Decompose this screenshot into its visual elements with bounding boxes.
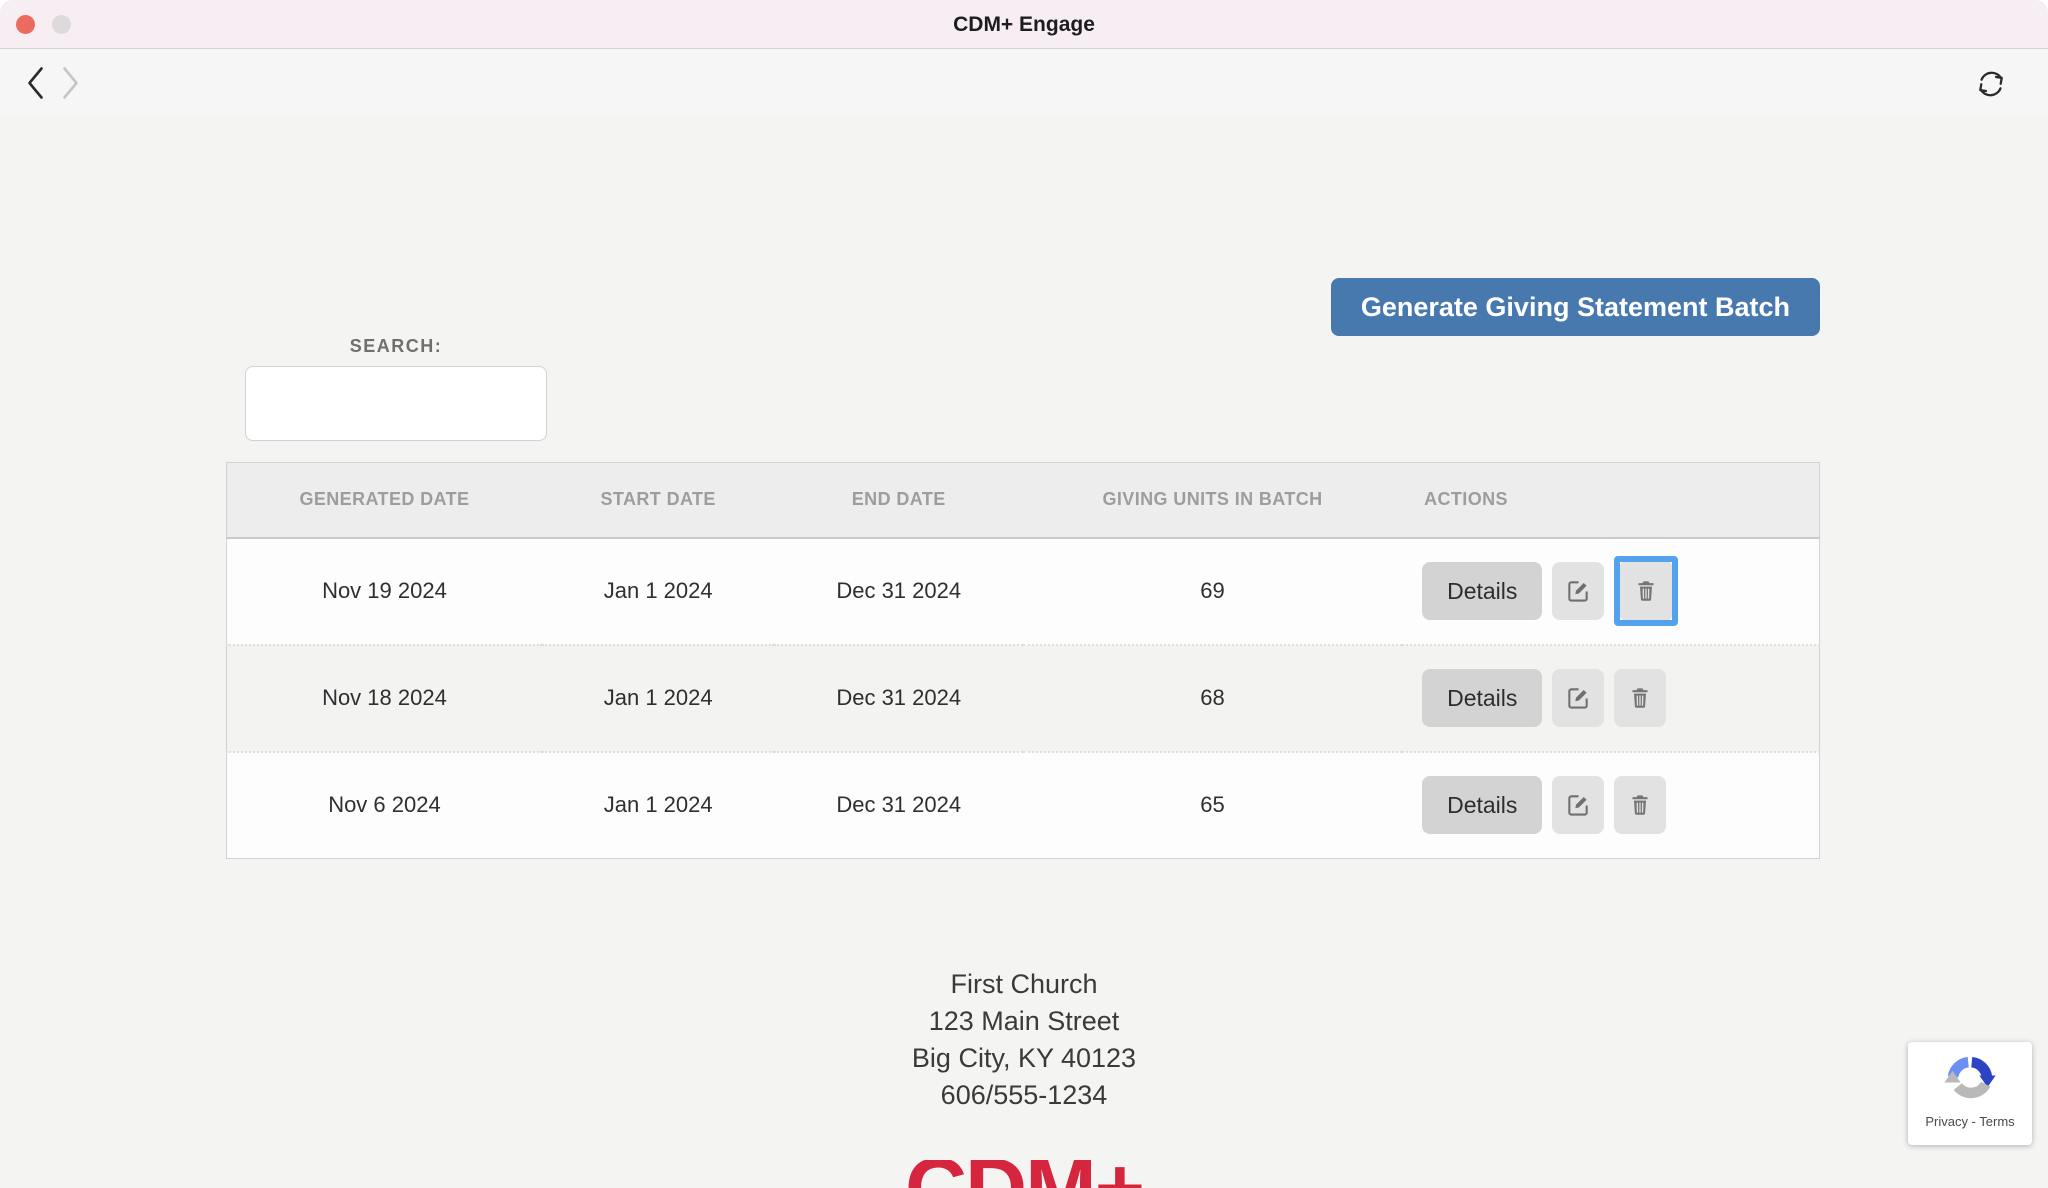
cdm-logo-text: CDM+ [905,1160,1143,1188]
edit-icon [1565,578,1591,604]
navigation-toolbar [0,49,2048,117]
details-button[interactable]: Details [1422,562,1542,620]
main-content: Generate Giving Statement Batch SEARCH: … [0,117,2048,1188]
delete-button[interactable] [1614,776,1666,834]
details-button[interactable]: Details [1422,669,1542,727]
table-row: Nov 18 2024 Jan 1 2024 Dec 31 2024 68 De… [227,645,1820,752]
edit-button[interactable] [1552,669,1604,727]
column-giving-units: GIVING UNITS IN BATCH [1023,463,1402,538]
generated-date-cell: Nov 6 2024 [227,752,542,859]
title-bar: CDM+ Engage [0,0,2048,49]
church-city: Big City, KY 40123 [0,1040,2048,1077]
table-header-row: GENERATED DATE START DATE END DATE GIVIN… [227,463,1820,538]
edit-icon [1565,685,1591,711]
column-start-date: START DATE [542,463,775,538]
table-row: Nov 19 2024 Jan 1 2024 Dec 31 2024 69 De… [227,538,1820,645]
giving-statement-batches-table: GENERATED DATE START DATE END DATE GIVIN… [226,462,1820,859]
forward-button[interactable] [62,66,79,100]
cdm-logo: CDM+ [0,1160,2048,1188]
trash-icon [1628,686,1652,710]
generate-giving-statement-batch-button[interactable]: Generate Giving Statement Batch [1331,278,1820,336]
back-chevron-icon [27,66,44,100]
delete-button-focus-ring [1614,556,1678,626]
app-window: CDM+ Engage [0,0,2048,1188]
window-title: CDM+ Engage [0,0,2048,49]
edit-icon [1565,792,1591,818]
recaptcha-icon [1942,1051,1998,1107]
church-info: First Church 123 Main Street Big City, K… [0,966,2048,1114]
end-date-cell: Dec 31 2024 [774,645,1023,752]
search-group: SEARCH: [245,336,547,441]
end-date-cell: Dec 31 2024 [774,752,1023,859]
giving-units-cell: 68 [1023,645,1402,752]
refresh-icon [1972,65,2010,103]
church-name: First Church [0,966,2048,1003]
recaptcha-privacy-terms[interactable]: Privacy - Terms [1908,1114,2032,1129]
recaptcha-badge[interactable]: Privacy - Terms [1908,1042,2032,1145]
search-input[interactable] [245,366,547,441]
generated-date-cell: Nov 19 2024 [227,538,542,645]
traffic-lights [16,0,71,49]
delete-button[interactable] [1620,562,1672,620]
generated-date-cell: Nov 18 2024 [227,645,542,752]
search-label: SEARCH: [245,336,547,357]
giving-units-cell: 69 [1023,538,1402,645]
column-generated-date: GENERATED DATE [227,463,542,538]
edit-button[interactable] [1552,562,1604,620]
window-close-button[interactable] [16,15,35,34]
delete-button[interactable] [1614,669,1666,727]
refresh-button[interactable] [1972,65,2010,106]
end-date-cell: Dec 31 2024 [774,538,1023,645]
details-button[interactable]: Details [1422,776,1542,834]
church-street: 123 Main Street [0,1003,2048,1040]
trash-icon [1628,793,1652,817]
start-date-cell: Jan 1 2024 [542,538,775,645]
column-actions: ACTIONS [1402,463,1819,538]
column-end-date: END DATE [774,463,1023,538]
table-row: Nov 6 2024 Jan 1 2024 Dec 31 2024 65 Det… [227,752,1820,859]
back-button[interactable] [27,66,44,100]
edit-button[interactable] [1552,776,1604,834]
trash-icon [1634,579,1658,603]
window-minimize-button[interactable] [52,15,71,34]
start-date-cell: Jan 1 2024 [542,645,775,752]
start-date-cell: Jan 1 2024 [542,752,775,859]
giving-units-cell: 65 [1023,752,1402,859]
forward-chevron-icon [62,66,79,100]
church-phone: 606/555-1234 [0,1077,2048,1114]
